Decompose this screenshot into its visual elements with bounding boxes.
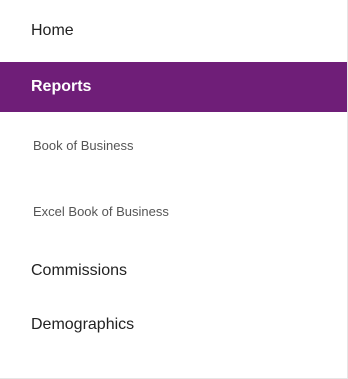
nav-item-label: Home bbox=[31, 22, 74, 39]
nav-item-label: Reports bbox=[31, 78, 92, 95]
nav-item-commissions[interactable]: Commissions bbox=[0, 252, 347, 290]
nav-item-label: Demographics bbox=[31, 316, 135, 333]
nav-item-demographics[interactable]: Demographics bbox=[0, 306, 347, 344]
nav-item-reports[interactable]: Reports bbox=[0, 62, 347, 112]
sidebar-nav: Home Reports Book of Business Excel Book… bbox=[0, 0, 348, 379]
nav-item-label: Excel Book of Business bbox=[33, 203, 169, 219]
nav-subitem-book-of-business[interactable]: Book of Business bbox=[0, 128, 347, 162]
nav-item-label: Book of Business bbox=[33, 137, 134, 153]
nav-item-label: Commissions bbox=[31, 262, 128, 279]
nav-item-home[interactable]: Home bbox=[0, 12, 347, 50]
nav-subitem-excel-book-of-business[interactable]: Excel Book of Business bbox=[0, 194, 347, 228]
